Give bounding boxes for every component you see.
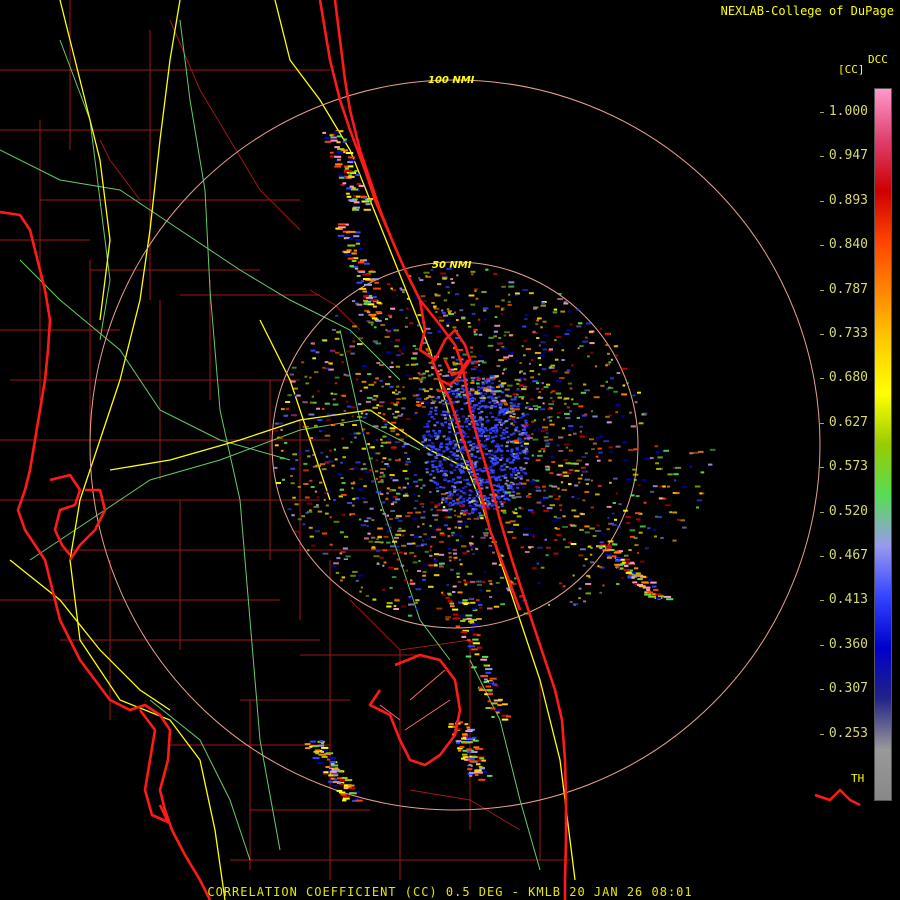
legend-tick-mark <box>820 600 824 602</box>
legend-tick-label: 0.467 <box>828 548 868 563</box>
legend-tick-mark <box>820 733 824 735</box>
legend-tick-label: 0.733 <box>828 326 868 341</box>
legend-tick-mark <box>820 467 824 469</box>
legend-tick-label: 0.840 <box>828 237 868 253</box>
legend-tick-mark <box>820 556 824 557</box>
legend-tick-label: 0.680 <box>828 370 868 386</box>
range-ring-50nmi-label: 50 NMI <box>432 260 472 271</box>
legend-tick-mark <box>820 289 824 291</box>
legend-tick-mark <box>820 644 824 646</box>
legend-tick-label: 0.253 <box>828 725 868 741</box>
legend-tick-mark <box>820 511 824 513</box>
legend-tick-label: 0.573 <box>828 459 868 475</box>
legend-tick-mark <box>820 422 824 424</box>
legend-tick-label: 0.893 <box>828 192 868 208</box>
legend-tick-label: 1.000 <box>828 104 868 119</box>
product-description: CORRELATION COEFFICIENT (CC) 0.5 DEG - K… <box>207 885 693 899</box>
legend-tick-mark <box>820 156 824 158</box>
legend-tick-label: 0.360 <box>828 636 868 652</box>
color-scale-bar <box>874 88 892 801</box>
legend-tick-mark <box>820 245 824 247</box>
legend-tick-mark <box>820 378 824 380</box>
legend-tick-label: 0.627 <box>828 414 868 430</box>
credit-text: NEXLAB-College of DuPage <box>720 4 894 18</box>
legend-tick-mark <box>820 334 824 335</box>
legend-tick-label: 0.947 <box>828 148 868 164</box>
legend-product-code: DCC <box>868 53 888 66</box>
radar-map: 100 NMI 50 NMI <box>0 0 900 900</box>
legend-tick-mark <box>820 689 824 691</box>
legend-unit: [CC] <box>838 63 865 76</box>
legend-tick-mark <box>820 112 824 113</box>
legend-tick-label: 0.520 <box>828 503 868 519</box>
range-ring-100nmi-label: 100 NMI <box>428 75 475 86</box>
legend-tick-label: 0.307 <box>828 681 868 697</box>
legend-tick-label: 0.787 <box>828 281 868 297</box>
legend-threshold-label: TH <box>851 772 865 785</box>
legend-tick-label: 0.413 <box>828 592 868 608</box>
legend-tick-mark <box>820 200 824 202</box>
